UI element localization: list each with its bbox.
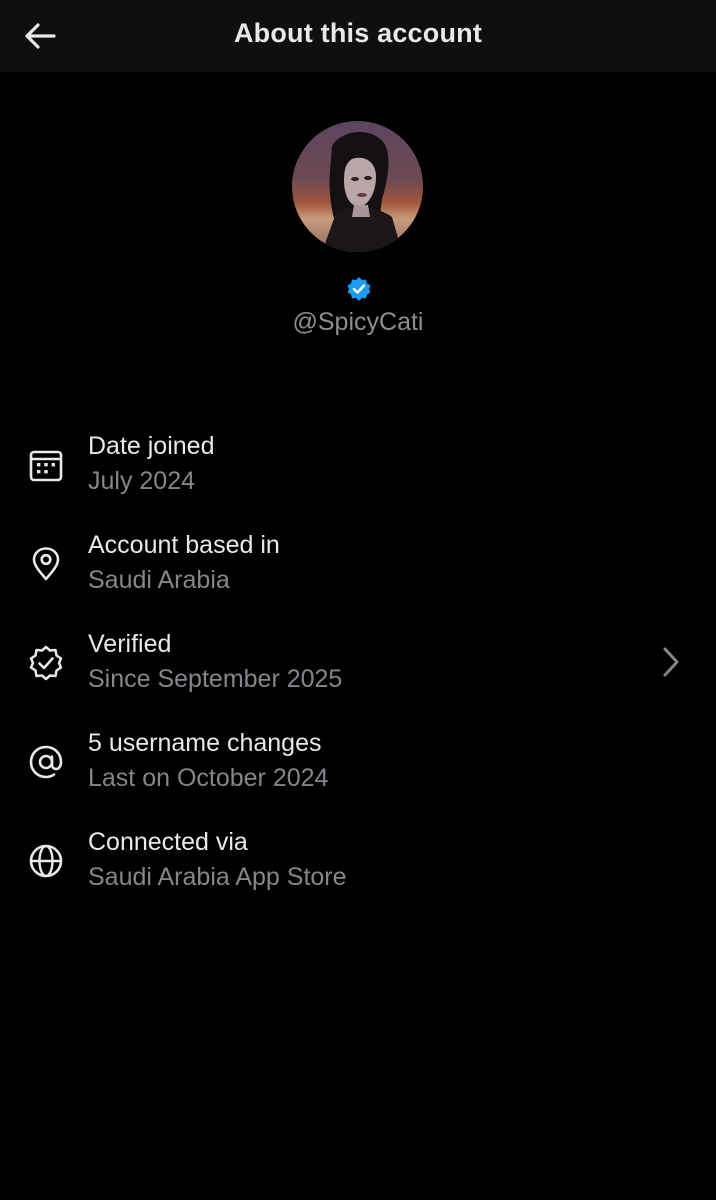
detail-title: Connected via: [88, 828, 248, 856]
location-pin-icon: [32, 547, 60, 581]
detail-title: Verified: [88, 630, 172, 658]
page-title: About this account: [233, 18, 483, 48]
chevron-right-icon[interactable]: [656, 644, 686, 680]
detail-row-username-changes: 5 username changes Last on October 2024: [0, 725, 716, 805]
avatar-image: [292, 121, 423, 252]
calendar-icon: [29, 450, 63, 482]
detail-subtitle: Since September 2025: [88, 665, 343, 693]
detail-row-date-joined: Date joined July 2024: [0, 428, 716, 508]
detail-title: Date joined: [88, 432, 215, 460]
detail-row-account-based-in: Account based in Saudi Arabia: [0, 527, 716, 607]
detail-title: 5 username changes: [88, 729, 322, 757]
top-app-bar: About this account: [0, 0, 716, 72]
verified-badge-icon: [347, 277, 371, 301]
avatar[interactable]: [292, 121, 423, 252]
detail-subtitle: Last on October 2024: [88, 764, 329, 792]
detail-subtitle: July 2024: [88, 467, 196, 495]
verified-check-icon: [29, 645, 63, 681]
detail-subtitle: Saudi Arabia App Store: [88, 863, 347, 891]
detail-subtitle: Saudi Arabia: [88, 566, 230, 594]
detail-title: Account based in: [88, 531, 280, 559]
detail-row-verified[interactable]: Verified Since September 2025: [0, 626, 716, 706]
detail-row-connected-via: Connected via Saudi Arabia App Store: [0, 824, 716, 904]
profile-handle: @SpicyCati: [292, 308, 424, 336]
globe-icon: [29, 844, 63, 878]
at-sign-icon: [29, 745, 63, 779]
